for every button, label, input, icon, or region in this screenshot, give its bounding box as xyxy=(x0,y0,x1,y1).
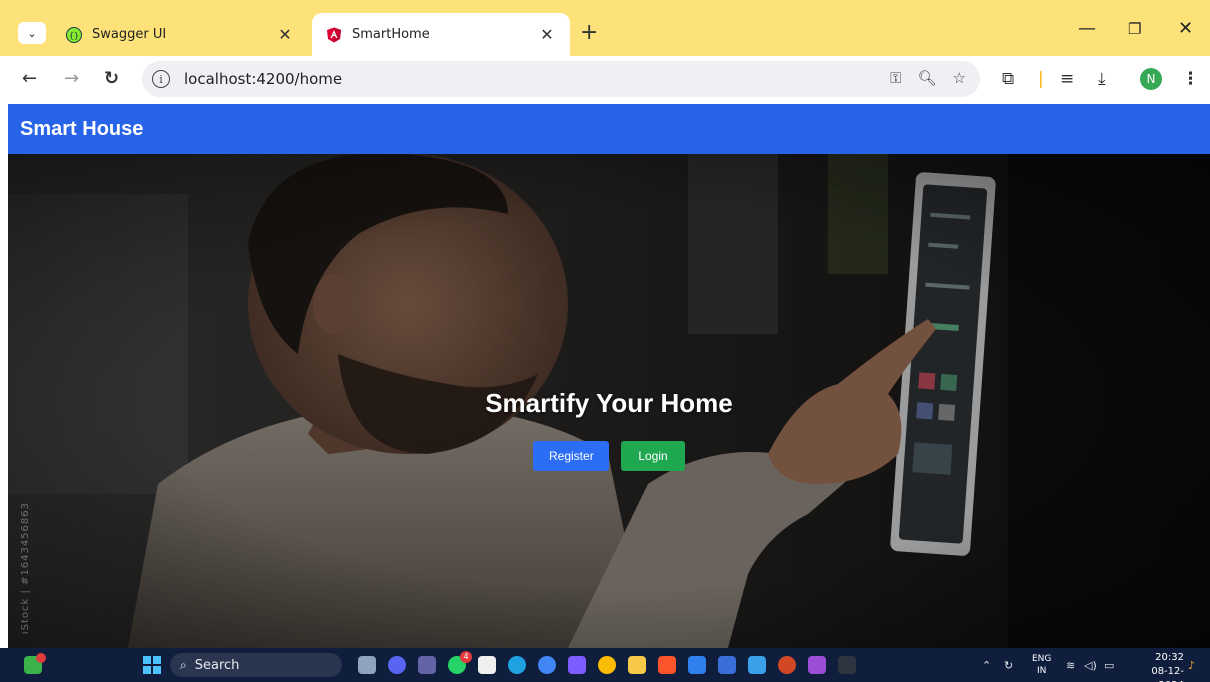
close-tab-icon[interactable]: ✕ xyxy=(276,25,294,44)
language-indicator[interactable]: ENG IN xyxy=(1032,653,1051,677)
extensions-icon[interactable]: ⧉ xyxy=(1002,69,1014,89)
discord-icon[interactable] xyxy=(388,656,406,674)
browser-toolbar: ← → ↻ i localhost:4200/home ⚿ 🔍︎ ☆ ⧉ | ≡… xyxy=(0,56,1210,104)
store-icon[interactable] xyxy=(478,656,496,674)
hero-title: Smartify Your Home xyxy=(485,388,733,418)
volume-icon[interactable]: ◁) xyxy=(1084,648,1097,682)
angular-icon xyxy=(327,27,341,42)
taskbar-search-label: Search xyxy=(194,657,240,673)
clock-time: 20:32 xyxy=(1155,652,1184,663)
bookmark-star-icon[interactable]: ☆ xyxy=(953,69,966,87)
chrome-canary-icon[interactable] xyxy=(538,656,556,674)
clock-date: 08-12-2024 xyxy=(1151,666,1184,682)
windows-start-icon[interactable] xyxy=(143,656,161,674)
app-navbar: Smart House xyxy=(8,104,1210,154)
chrome-icon[interactable] xyxy=(598,656,616,674)
notification-bell-icon[interactable]: ♪ xyxy=(1188,648,1195,682)
tab-title: SmartHome xyxy=(352,27,430,42)
toolbar-divider: | xyxy=(1038,69,1044,89)
restore-window-icon[interactable]: ❐ xyxy=(1128,20,1141,38)
hero-section: Smartify Your Home Register Login ıStock… xyxy=(8,154,1210,648)
file-explorer-icon[interactable] xyxy=(628,656,646,674)
browser-tabstrip: ⌄ {} Swagger UI ✕ SmartHome ✕ + — ❐ ✕ xyxy=(0,0,1210,56)
reload-icon[interactable]: ↻ xyxy=(104,68,119,89)
brand-title[interactable]: Smart House xyxy=(20,118,143,141)
visual-studio-2022-icon[interactable] xyxy=(808,656,826,674)
visual-studio-icon[interactable] xyxy=(718,656,736,674)
minimize-icon[interactable]: — xyxy=(1078,18,1096,39)
register-button[interactable]: Register xyxy=(533,441,609,471)
terminal-icon[interactable] xyxy=(838,656,856,674)
address-url[interactable]: localhost:4200/home xyxy=(184,70,342,88)
zoom-icon[interactable]: 🔍︎ xyxy=(918,69,937,87)
tab-swagger-ui[interactable]: {} Swagger UI ✕ xyxy=(52,13,308,56)
profile-avatar[interactable]: N xyxy=(1140,68,1162,90)
tray-overflow-icon[interactable]: ⌃ xyxy=(982,648,991,682)
teams-icon[interactable] xyxy=(418,656,436,674)
hero-actions: Register Login xyxy=(8,441,1210,471)
site-info-icon[interactable]: i xyxy=(152,70,170,88)
swagger-icon: {} xyxy=(66,26,82,43)
windows-taskbar: ⌕ Search 4 ⌃ ↻ ENG IN ≋ ◁) ▭ 20:32 08-12… xyxy=(0,648,1210,682)
tab-title: Swagger UI xyxy=(92,27,167,42)
notification-badge-icon xyxy=(36,653,46,663)
stock-watermark: ıStock | #1643456863 xyxy=(20,501,31,634)
media-controls-icon[interactable]: ≡ xyxy=(1060,69,1074,89)
battery-icon[interactable]: ▭ xyxy=(1104,648,1114,682)
vscode-icon[interactable] xyxy=(688,656,706,674)
tab-search-button[interactable]: ⌄ xyxy=(18,22,46,44)
svg-text:{}: {} xyxy=(69,31,79,40)
system-clock[interactable]: 20:32 08-12-2024 xyxy=(1130,651,1184,682)
menu-kebab-icon[interactable]: ⋮ xyxy=(1182,69,1199,89)
download-icon[interactable]: ⤓ xyxy=(1098,69,1106,89)
copilot-icon[interactable] xyxy=(568,656,586,674)
tab-smarthome[interactable]: SmartHome ✕ xyxy=(312,13,570,56)
chevron-down-icon: ⌄ xyxy=(27,26,37,40)
key-icon[interactable]: ⚿ xyxy=(890,69,901,87)
task-view-icon[interactable] xyxy=(358,656,376,674)
edge-icon[interactable] xyxy=(508,656,526,674)
search-icon: ⌕ xyxy=(180,657,187,672)
close-window-icon[interactable]: ✕ xyxy=(1178,18,1193,39)
whatsapp-badge: 4 xyxy=(460,651,472,663)
login-button[interactable]: Login xyxy=(621,441,685,471)
address-bar[interactable]: i localhost:4200/home ⚿ 🔍︎ ☆ xyxy=(142,61,980,97)
back-arrow-icon[interactable]: ← xyxy=(22,68,37,89)
forward-arrow-icon[interactable]: → xyxy=(64,68,79,89)
hero-content: Smartify Your Home Register Login xyxy=(8,388,1210,471)
close-tab-icon[interactable]: ✕ xyxy=(538,25,556,44)
sync-icon[interactable]: ↻ xyxy=(1004,648,1013,682)
taskbar-search[interactable]: ⌕ Search xyxy=(170,653,342,677)
new-tab-button[interactable]: + xyxy=(580,20,598,45)
powerpoint-icon[interactable] xyxy=(778,656,796,674)
photos-icon[interactable] xyxy=(748,656,766,674)
wifi-icon[interactable]: ≋ xyxy=(1066,648,1075,682)
brave-icon[interactable] xyxy=(658,656,676,674)
